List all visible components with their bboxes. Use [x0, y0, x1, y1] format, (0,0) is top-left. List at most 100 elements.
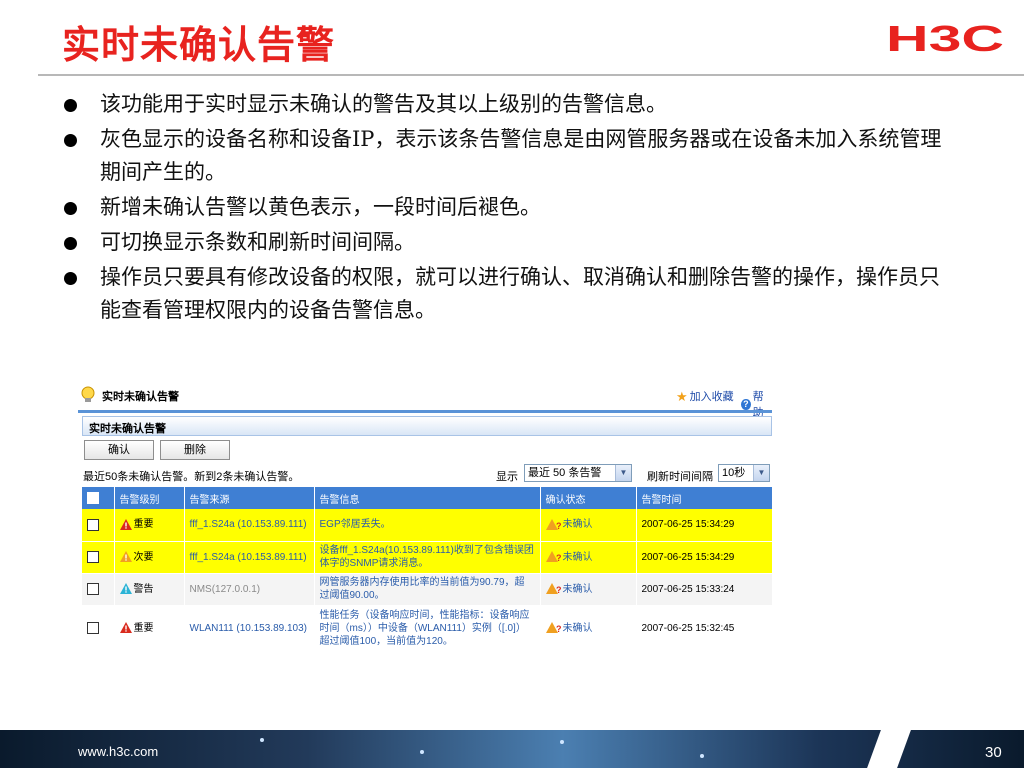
unconfirmed-icon: ? [545, 519, 562, 531]
alarm-window-screenshot: 实时未确认告警 ★ 加入收藏 ? 帮助 实时未确认告警 确认 删除 最近50条未… [78, 380, 772, 658]
svg-text:H3C: H3C [886, 20, 1004, 56]
ack-status-link[interactable]: 未确认 [563, 584, 593, 595]
bullet-item: 可切换显示条数和刷新时间间隔。 [60, 226, 960, 259]
row-checkbox[interactable] [87, 550, 99, 563]
ack-status-link[interactable]: 未确认 [563, 519, 593, 530]
alarm-level-cell: 重要 [114, 509, 185, 542]
select-all-checkbox[interactable] [87, 492, 99, 504]
alarm-level-cell: 重要 [114, 605, 185, 652]
page-number: 30 [985, 744, 1002, 761]
alarm-info-link[interactable]: EGP邻居丢失。 [320, 519, 391, 530]
alarm-level-cell: 警告 [114, 573, 185, 606]
table-row[interactable]: 警告 NMS(127.0.0.1) 网管服务器内存使用比率的当前值为90.79，超过… [82, 573, 772, 606]
alarm-info-link[interactable]: 网管服务器内存使用比率的当前值为90.79，超过阈值90.00。 [320, 577, 525, 601]
alarm-info-link[interactable]: 性能任务（设备响应时间，性能指标：设备响应时间（ms））中设备（WLAN111）… [320, 610, 530, 647]
section-header: 实时未确认告警 [82, 416, 772, 436]
alarm-info-link[interactable]: 设备fff_1.S24a(10.153.89.111)收到了包含错误团体字的SN… [320, 545, 534, 569]
row-select-cell [82, 573, 115, 606]
slide-title: 实时未确认告警 [62, 23, 336, 67]
show-count-label: 显示 [496, 471, 518, 483]
alarm-source-link[interactable]: NMS(127.0.0.1) [190, 584, 261, 595]
bullet-dot-icon [64, 272, 77, 285]
column-header[interactable]: 告警来源 [184, 487, 315, 509]
star-icon: ★ [676, 388, 688, 404]
column-header[interactable]: 告警时间 [636, 487, 772, 509]
row-checkbox[interactable] [87, 518, 99, 531]
row-select-cell [82, 605, 115, 652]
ack-status-cell[interactable]: ? 未确认 [540, 509, 637, 542]
row-checkbox[interactable] [87, 582, 99, 595]
alarm-time-cell: 2007-06-25 15:32:45 [636, 605, 772, 652]
alarm-source-cell[interactable]: NMS(127.0.0.1) [184, 573, 315, 606]
unconfirmed-icon: ? [545, 622, 562, 634]
select-all-cell [82, 487, 115, 509]
bullet-dot-icon [64, 202, 77, 215]
svg-text:?: ? [556, 521, 562, 530]
add-favorite-link[interactable]: ★ 加入收藏 [676, 388, 734, 404]
bullet-item: 新增未确认告警以黄色表示，一段时间后褪色。 [60, 191, 960, 224]
table-row[interactable]: 重要 WLAN111 (10.153.89.103) 性能任务（设备响应时间，性能指… [82, 605, 772, 652]
chevron-down-icon[interactable]: ▼ [753, 465, 769, 481]
column-header[interactable]: 告警级别 [114, 487, 185, 509]
warning-triangle-icon [119, 551, 132, 563]
alarm-time-cell: 2007-06-25 15:33:24 [636, 573, 772, 606]
delete-button[interactable]: 删除 [160, 440, 230, 460]
bullet-dot-icon [64, 237, 77, 250]
ack-status-cell[interactable]: ? 未确认 [540, 541, 637, 574]
alarm-table: 告警级别 告警来源 告警信息 确认状态 告警时间 重要 fff_1.S24a (1… [82, 487, 772, 652]
alarm-level-cell: 次要 [114, 541, 185, 574]
ack-status-link[interactable]: 未确认 [563, 552, 593, 563]
alarm-time-cell: 2007-06-25 15:34:29 [636, 541, 772, 574]
alarm-source-link[interactable]: fff_1.S24a (10.153.89.111) [190, 519, 307, 530]
show-count-select[interactable]: 最近 50 条告警 ▼ [524, 464, 632, 482]
ack-status-cell[interactable]: ? 未确认 [540, 573, 637, 606]
svg-text:?: ? [556, 553, 562, 562]
lightbulb-icon [81, 386, 95, 402]
alarm-source-cell[interactable]: fff_1.S24a (10.153.89.111) [184, 509, 315, 542]
alarm-source-cell[interactable]: WLAN111 (10.153.89.103) [184, 605, 315, 652]
svg-text:?: ? [556, 585, 562, 594]
svg-text:?: ? [556, 624, 562, 633]
unconfirmed-icon: ? [545, 583, 562, 595]
bullet-list: 该功能用于实时显示未确认的警告及其以上级别的告警信息。 灰色显示的设备名称和设备… [60, 88, 960, 329]
alarm-source-link[interactable]: WLAN111 (10.153.89.103) [190, 623, 307, 634]
section-title: 实时未确认告警 [89, 423, 166, 435]
title-divider [38, 74, 1024, 76]
chevron-down-icon[interactable]: ▼ [615, 465, 631, 481]
bullet-dot-icon [64, 99, 77, 112]
column-header[interactable]: 确认状态 [540, 487, 637, 509]
window-title: 实时未确认告警 [102, 391, 179, 403]
table-row[interactable]: 重要 fff_1.S24a (10.153.89.111) EGP邻居丢失。? 未确认… [82, 509, 772, 542]
alarm-info-cell[interactable]: EGP邻居丢失。 [314, 509, 541, 542]
row-checkbox[interactable] [87, 621, 99, 634]
table-row[interactable]: 次要 fff_1.S24a (10.153.89.111) 设备fff_1.S24a… [82, 541, 772, 574]
footer-decoration [260, 738, 264, 742]
ack-status-cell[interactable]: ? 未确认 [540, 605, 637, 652]
warning-triangle-icon [119, 519, 132, 531]
window-header-divider [78, 410, 772, 413]
warning-triangle-icon [119, 583, 132, 595]
confirm-button[interactable]: 确认 [84, 440, 154, 460]
h3c-logo: H3C [886, 20, 1004, 56]
footer-decoration [700, 754, 704, 758]
alarm-info-cell[interactable]: 设备fff_1.S24a(10.153.89.111)收到了包含错误团体字的SN… [314, 541, 541, 574]
bullet-item: 灰色显示的设备名称和设备IP，表示该条告警信息是由网管服务器或在设备未加入系统管… [60, 123, 960, 189]
alarm-source-cell[interactable]: fff_1.S24a (10.153.89.111) [184, 541, 315, 574]
window-header: 实时未确认告警 ★ 加入收藏 ? 帮助 [78, 380, 772, 419]
row-select-cell [82, 541, 115, 574]
row-select-cell [82, 509, 115, 542]
alarm-source-link[interactable]: fff_1.S24a (10.153.89.111) [190, 552, 307, 563]
help-icon: ? [741, 398, 751, 410]
column-header[interactable]: 告警信息 [314, 487, 541, 509]
warning-triangle-icon [119, 622, 132, 634]
refresh-interval-select[interactable]: 10秒 ▼ [718, 464, 770, 482]
alarm-time-cell: 2007-06-25 15:34:29 [636, 509, 772, 542]
footer-url: www.h3c.com [78, 744, 159, 759]
alarm-info-cell[interactable]: 性能任务（设备响应时间，性能指标：设备响应时间（ms））中设备（WLAN111）… [314, 605, 541, 652]
footer-divider [867, 730, 911, 768]
unconfirmed-icon: ? [545, 551, 562, 563]
bullet-dot-icon [64, 134, 77, 147]
refresh-interval-label: 刷新时间间隔 [647, 471, 713, 483]
alarm-info-cell[interactable]: 网管服务器内存使用比率的当前值为90.79，超过阈值90.00。 [314, 573, 541, 606]
ack-status-link[interactable]: 未确认 [563, 623, 593, 634]
